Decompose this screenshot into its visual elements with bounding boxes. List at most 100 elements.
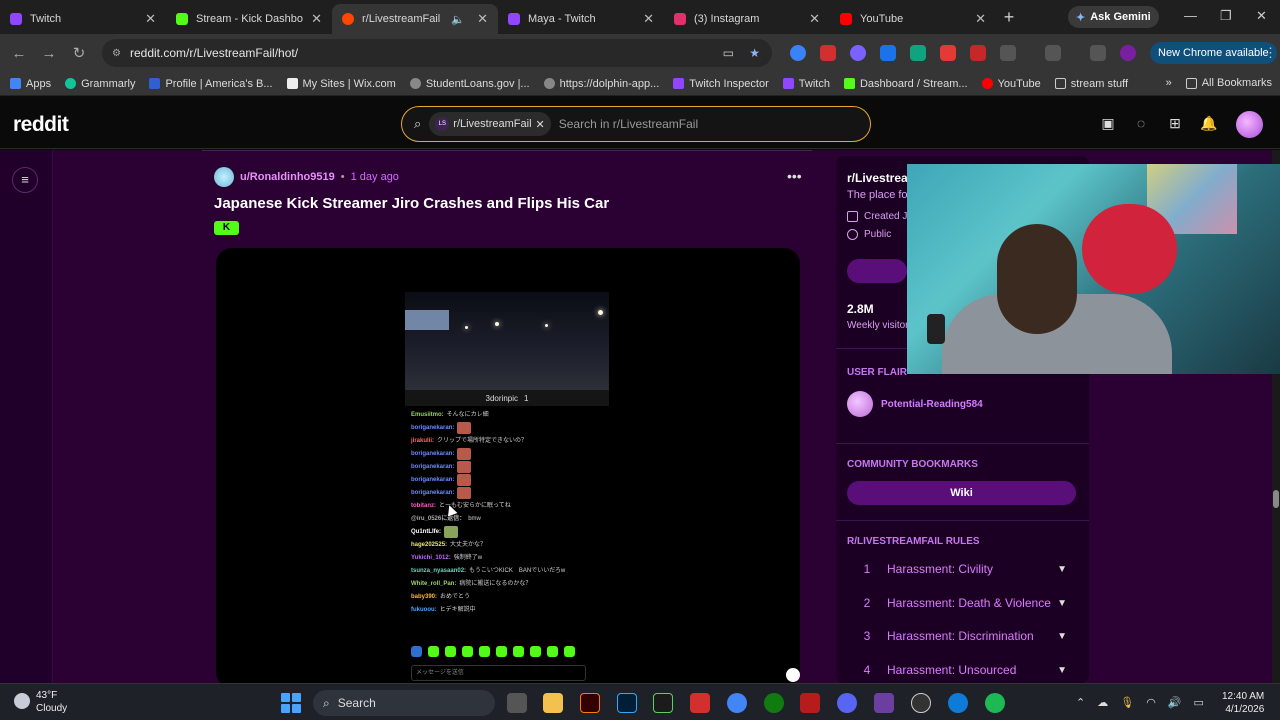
more-options-icon[interactable]: ••• [787,168,802,184]
browser-tab-maya-twitch[interactable]: Maya - Twitch ✕ [498,4,664,34]
browser-tab-youtube[interactable]: YouTube ✕ [830,4,996,34]
chrome-icon[interactable] [727,693,747,713]
speaker-icon[interactable]: 🔊 [1168,696,1182,709]
emote-icon[interactable] [479,646,490,657]
voicemeeter-icon[interactable] [800,693,820,713]
profile-icon[interactable] [1120,45,1136,61]
bookmark-item[interactable]: https://dolphin-app... [543,78,659,90]
join-button[interactable] [847,259,907,283]
illustrator-icon[interactable] [580,693,600,713]
user-avatar[interactable] [1236,111,1263,138]
browser-tab-livestreamfail[interactable]: r/LivestreamFail 🔈 ✕ [332,4,498,34]
all-bookmarks-button[interactable]: All Bookmarks [1185,77,1272,89]
post-title[interactable]: Japanese Kick Streamer Jiro Crashes and … [214,195,609,212]
install-icon[interactable]: ▭ [723,46,734,60]
chrome-menu-icon[interactable]: ⋮ [1264,45,1277,61]
emote-icon[interactable] [547,646,558,657]
microphone-icon[interactable]: 🎙 [1120,696,1134,709]
ask-gemini-button[interactable]: ✦ Ask Gemini [1068,6,1159,28]
photoshop-icon[interactable] [617,693,637,713]
close-tab-icon[interactable]: ✕ [643,11,654,27]
system-clock[interactable]: 12:40 AM 4/1/2026 [1222,690,1264,716]
battery-icon[interactable]: ▭ [1194,696,1204,709]
emote-icon[interactable] [564,646,575,657]
bookmark-item[interactable]: Grammarly [65,78,135,90]
chat-icon[interactable]: ◌ [1132,115,1150,133]
remove-chip-icon[interactable]: ✕ [536,118,545,131]
close-tab-icon[interactable]: ✕ [975,11,986,27]
app-icon[interactable] [874,693,894,713]
post-card[interactable]: u/Ronaldinho9519 • 1 day ago ••• Japanes… [202,150,812,683]
close-tab-icon[interactable]: ✕ [477,11,488,27]
weather-widget[interactable]: 43°F Cloudy [14,689,67,715]
taskbar-search[interactable]: ⌕ Search [313,690,495,716]
search-bar[interactable]: ⌕ LS r/LivestreamFail ✕ Search in r/Live… [401,106,871,142]
rule-item[interactable]: 2 Harassment: Death & Violence ▼ [847,596,1067,610]
discord-extension-icon[interactable] [850,45,866,61]
author-avatar[interactable] [214,167,234,187]
extensions-puzzle-icon[interactable] [1000,45,1016,61]
close-tab-icon[interactable]: ✕ [311,11,322,27]
file-explorer-icon[interactable] [543,693,563,713]
extension-icon[interactable] [940,45,956,61]
discord-icon[interactable] [837,693,857,713]
speaker-icon[interactable]: 🔈 [451,13,465,26]
bookmark-item[interactable]: Profile | America's B... [149,78,273,90]
close-tab-icon[interactable]: ✕ [145,11,156,27]
bookmark-folder[interactable]: stream stuff [1054,78,1128,90]
back-icon[interactable]: ← [4,45,34,62]
bookmark-item[interactable]: Apps [10,78,51,90]
bookmark-item[interactable]: Twitch Inspector [673,78,769,90]
emote-icon[interactable] [513,646,524,657]
video-frame[interactable] [405,292,609,390]
bookmark-item[interactable]: Dashboard / Stream... [843,78,968,90]
shield-extension-icon[interactable] [790,45,806,61]
spotify-icon[interactable] [985,693,1005,713]
rule-item[interactable]: 1 Harassment: Civility ▼ [847,562,1067,576]
new-chrome-available-button[interactable]: New Chrome available [1150,42,1277,64]
bookmark-item[interactable]: My Sites | Wix.com [286,78,396,90]
video-player[interactable]: 3dorinpic 1 Emusiitmo: そんなにカレ細 boriganeka… [216,248,800,683]
obs-icon[interactable] [911,693,931,713]
edge-icon[interactable] [948,693,968,713]
search-input[interactable]: Search in r/LivestreamFail [559,117,698,131]
browser-tab-twitch[interactable]: Twitch ✕ [0,4,166,34]
chevron-down-icon[interactable]: ▼ [1057,598,1067,609]
community-title[interactable]: r/Livestrea [847,171,908,185]
emote-icon[interactable] [411,646,422,657]
app-icon[interactable] [653,693,673,713]
emote-icon[interactable] [428,646,439,657]
wifi-icon[interactable]: ◠ [1146,696,1156,709]
adblock-icon[interactable] [970,45,986,61]
subreddit-search-chip[interactable]: LS r/LivestreamFail ✕ [429,112,551,136]
site-info-icon[interactable]: ⚙ [112,48,121,59]
address-bar[interactable]: ⚙ reddit.com/r/LivestreamFail/hot/ ▭ ★ [102,39,772,67]
reload-icon[interactable]: ↻ [64,44,94,62]
rule-item[interactable]: 3 Harassment: Discrimination ▼ [847,629,1067,643]
close-tab-icon[interactable]: ✕ [809,11,820,27]
volume-icon[interactable] [786,668,800,682]
extension-icon[interactable] [820,45,836,61]
browser-tab-kick-dashboard[interactable]: Stream - Kick Dashboar ✕ [166,4,332,34]
xbox-icon[interactable] [764,693,784,713]
emote-icon[interactable] [530,646,541,657]
chevron-down-icon[interactable]: ▼ [1057,631,1067,642]
more-bookmarks-icon[interactable]: » [1166,77,1172,89]
browser-tab-instagram[interactable]: (3) Instagram ✕ [664,4,830,34]
close-window-icon[interactable]: ✕ [1256,8,1267,24]
tab-search-icon[interactable] [1045,45,1061,61]
hamburger-menu-icon[interactable]: ≡ [12,167,38,193]
author-link[interactable]: u/Ronaldinho9519 [240,171,335,183]
emote-icon[interactable] [462,646,473,657]
create-post-icon[interactable]: ⊞ [1166,115,1184,133]
notifications-bell-icon[interactable]: 🔔 [1200,115,1218,133]
wiki-button[interactable]: Wiki [847,481,1076,505]
reddit-logo[interactable]: reddit [13,113,69,137]
scrollbar-thumb[interactable] [1273,490,1279,508]
emote-icon[interactable] [445,646,456,657]
extension-icon[interactable] [910,45,926,61]
media-controls-icon[interactable] [1090,45,1106,61]
task-view-icon[interactable] [507,693,527,713]
restore-icon[interactable]: ❐ [1220,8,1232,24]
chat-message-input[interactable]: メッセージを送信 [411,665,586,681]
